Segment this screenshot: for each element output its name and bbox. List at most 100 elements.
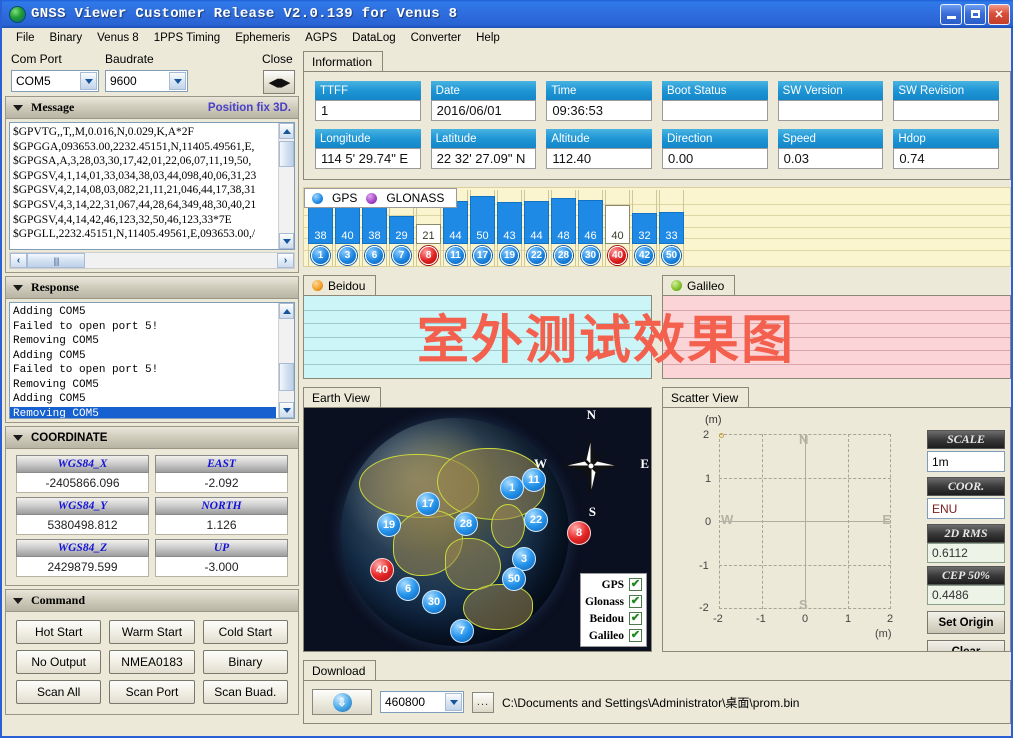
list-item: Removing COM5 [10, 378, 276, 393]
scatter-view-body[interactable]: (m) N S W [662, 407, 1011, 652]
satellite-marker[interactable]: 28 [454, 512, 478, 536]
satellite-marker[interactable]: 40 [370, 558, 394, 582]
menu-binary[interactable]: Binary [43, 31, 91, 45]
scrollbar-thumb[interactable]: |||| [27, 253, 85, 268]
checkbox-row-gps[interactable]: GPS ✔ [585, 576, 642, 593]
no-output-button[interactable]: No Output [16, 650, 101, 674]
response-log-list[interactable]: Adding COM5 Failed to open port 5! Remov… [9, 302, 295, 419]
coor-select[interactable]: ENU [927, 498, 1005, 519]
prn-badge[interactable]: 22 [527, 246, 546, 265]
galileo-checkbox[interactable]: ✔ [629, 629, 642, 642]
close-connection-button[interactable]: ◀▮▶ [263, 70, 295, 94]
chevron-down-icon[interactable] [80, 72, 97, 90]
scatter-point [719, 433, 724, 438]
satellite-marker[interactable]: 50 [502, 567, 526, 591]
prn-badge[interactable]: 42 [635, 246, 654, 265]
menu-help[interactable]: Help [469, 31, 508, 45]
binary-button[interactable]: Binary [203, 650, 288, 674]
nmea-message-list[interactable]: $GPVTG,,T,,M,0.016,N,0.029,K,A*2F $GPGGA… [9, 122, 295, 250]
prn-badge[interactable]: 3 [338, 246, 357, 265]
message-panel-header[interactable]: Message Position fix 3D. [5, 96, 299, 118]
prn-badge[interactable]: 28 [554, 246, 573, 265]
response-panel-header[interactable]: Response [5, 276, 299, 298]
tab-earth-view[interactable]: Earth View [303, 387, 381, 407]
prn-badge[interactable]: 11 [446, 246, 465, 265]
menu-file[interactable]: File [9, 31, 43, 45]
minimize-button[interactable] [940, 4, 962, 25]
satellite-marker[interactable]: 1 [500, 476, 524, 500]
set-origin-button[interactable]: Set Origin [927, 611, 1005, 634]
scan-port-button[interactable]: Scan Port [109, 680, 194, 704]
response-scrollbar-vertical[interactable] [278, 303, 294, 418]
warm-start-button[interactable]: Warm Start [109, 620, 194, 644]
browse-button[interactable]: ... [472, 692, 494, 713]
coordinate-panel-header[interactable]: COORDINATE [5, 426, 299, 448]
prn-badge[interactable]: 50 [662, 246, 681, 265]
prn-badge[interactable]: 17 [473, 246, 492, 265]
checkbox-row-beidou[interactable]: Beidou ✔ [585, 610, 642, 627]
prn-badge[interactable]: 40 [608, 246, 627, 265]
scale-select[interactable]: 1m [927, 451, 1005, 472]
cold-start-button[interactable]: Cold Start [203, 620, 288, 644]
menu-datalog[interactable]: DataLog [345, 31, 403, 45]
gps-checkbox[interactable]: ✔ [629, 578, 642, 591]
tab-galileo[interactable]: Galileo [662, 275, 735, 295]
scan-baud-button[interactable]: Scan Buad. [203, 680, 288, 704]
menu-1pps-timing[interactable]: 1PPS Timing [147, 31, 228, 45]
baudrate-select[interactable]: 9600 [105, 70, 188, 92]
checkbox-row-glonass[interactable]: Glonass ✔ [585, 593, 642, 610]
satellite-marker[interactable]: 30 [422, 590, 446, 614]
checkbox-row-galileo[interactable]: Galileo ✔ [585, 627, 642, 644]
message-scrollbar-vertical[interactable] [278, 123, 294, 249]
nmea0183-button[interactable]: NMEA0183 [109, 650, 194, 674]
message-scrollbar-horizontal[interactable]: ‹ |||| › [9, 252, 295, 269]
coordinate-label: UP [155, 539, 288, 557]
field-value: 1 [315, 100, 421, 121]
prn-badge[interactable]: 30 [581, 246, 600, 265]
close-icon[interactable]: ✕ [988, 4, 1010, 25]
scroll-up-button[interactable] [279, 303, 294, 319]
tab-download[interactable]: Download [303, 660, 376, 680]
download-baudrate-select[interactable]: 460800 [380, 691, 464, 713]
comport-select[interactable]: COM5 [11, 70, 99, 92]
menu-venus8[interactable]: Venus 8 [90, 31, 147, 45]
list-item-selected[interactable]: Removing COM5 [10, 407, 276, 420]
satellite-marker[interactable]: 7 [450, 619, 474, 643]
tab-information[interactable]: Information [303, 51, 383, 71]
scan-all-button[interactable]: Scan All [16, 680, 101, 704]
scrollbar-thumb[interactable] [279, 363, 294, 391]
prn-badge[interactable]: 19 [500, 246, 519, 265]
earth-view-body[interactable]: 111171928228350406307 [303, 407, 652, 652]
tab-scatter-view[interactable]: Scatter View [662, 387, 749, 407]
prn-badge[interactable]: 1 [311, 246, 330, 265]
scroll-left-button[interactable]: ‹ [10, 253, 27, 268]
tab-beidou[interactable]: Beidou [303, 275, 376, 295]
command-panel-header[interactable]: Command [5, 589, 299, 611]
maximize-button[interactable] [964, 4, 986, 25]
menu-agps[interactable]: AGPS [298, 31, 345, 45]
scrollbar-thumb[interactable] [279, 141, 294, 167]
hot-start-button[interactable]: Hot Start [16, 620, 101, 644]
menu-converter[interactable]: Converter [404, 31, 470, 45]
download-button[interactable]: ⇩ [312, 689, 372, 715]
x-tick: -2 [713, 613, 723, 625]
satellite-marker[interactable]: 8 [567, 521, 591, 545]
chevron-down-icon[interactable] [445, 693, 462, 711]
prn-badge[interactable]: 6 [365, 246, 384, 265]
satellite-marker[interactable]: 17 [416, 492, 440, 516]
prn-slot: 28 [551, 246, 576, 265]
prn-badge[interactable]: 8 [419, 246, 438, 265]
scroll-up-button[interactable] [279, 123, 294, 139]
gridline [663, 337, 1010, 338]
satellite-marker[interactable]: 6 [396, 577, 420, 601]
prn-badge[interactable]: 7 [392, 246, 411, 265]
satellite-marker[interactable]: 19 [377, 513, 401, 537]
clear-button[interactable]: Clear [927, 640, 1005, 652]
glonass-checkbox[interactable]: ✔ [629, 595, 642, 608]
beidou-checkbox[interactable]: ✔ [629, 612, 642, 625]
scroll-down-button[interactable] [279, 233, 294, 249]
menu-ephemeris[interactable]: Ephemeris [228, 31, 298, 45]
scroll-right-button[interactable]: › [277, 253, 294, 268]
chevron-down-icon[interactable] [169, 72, 186, 90]
scroll-down-button[interactable] [279, 402, 294, 418]
